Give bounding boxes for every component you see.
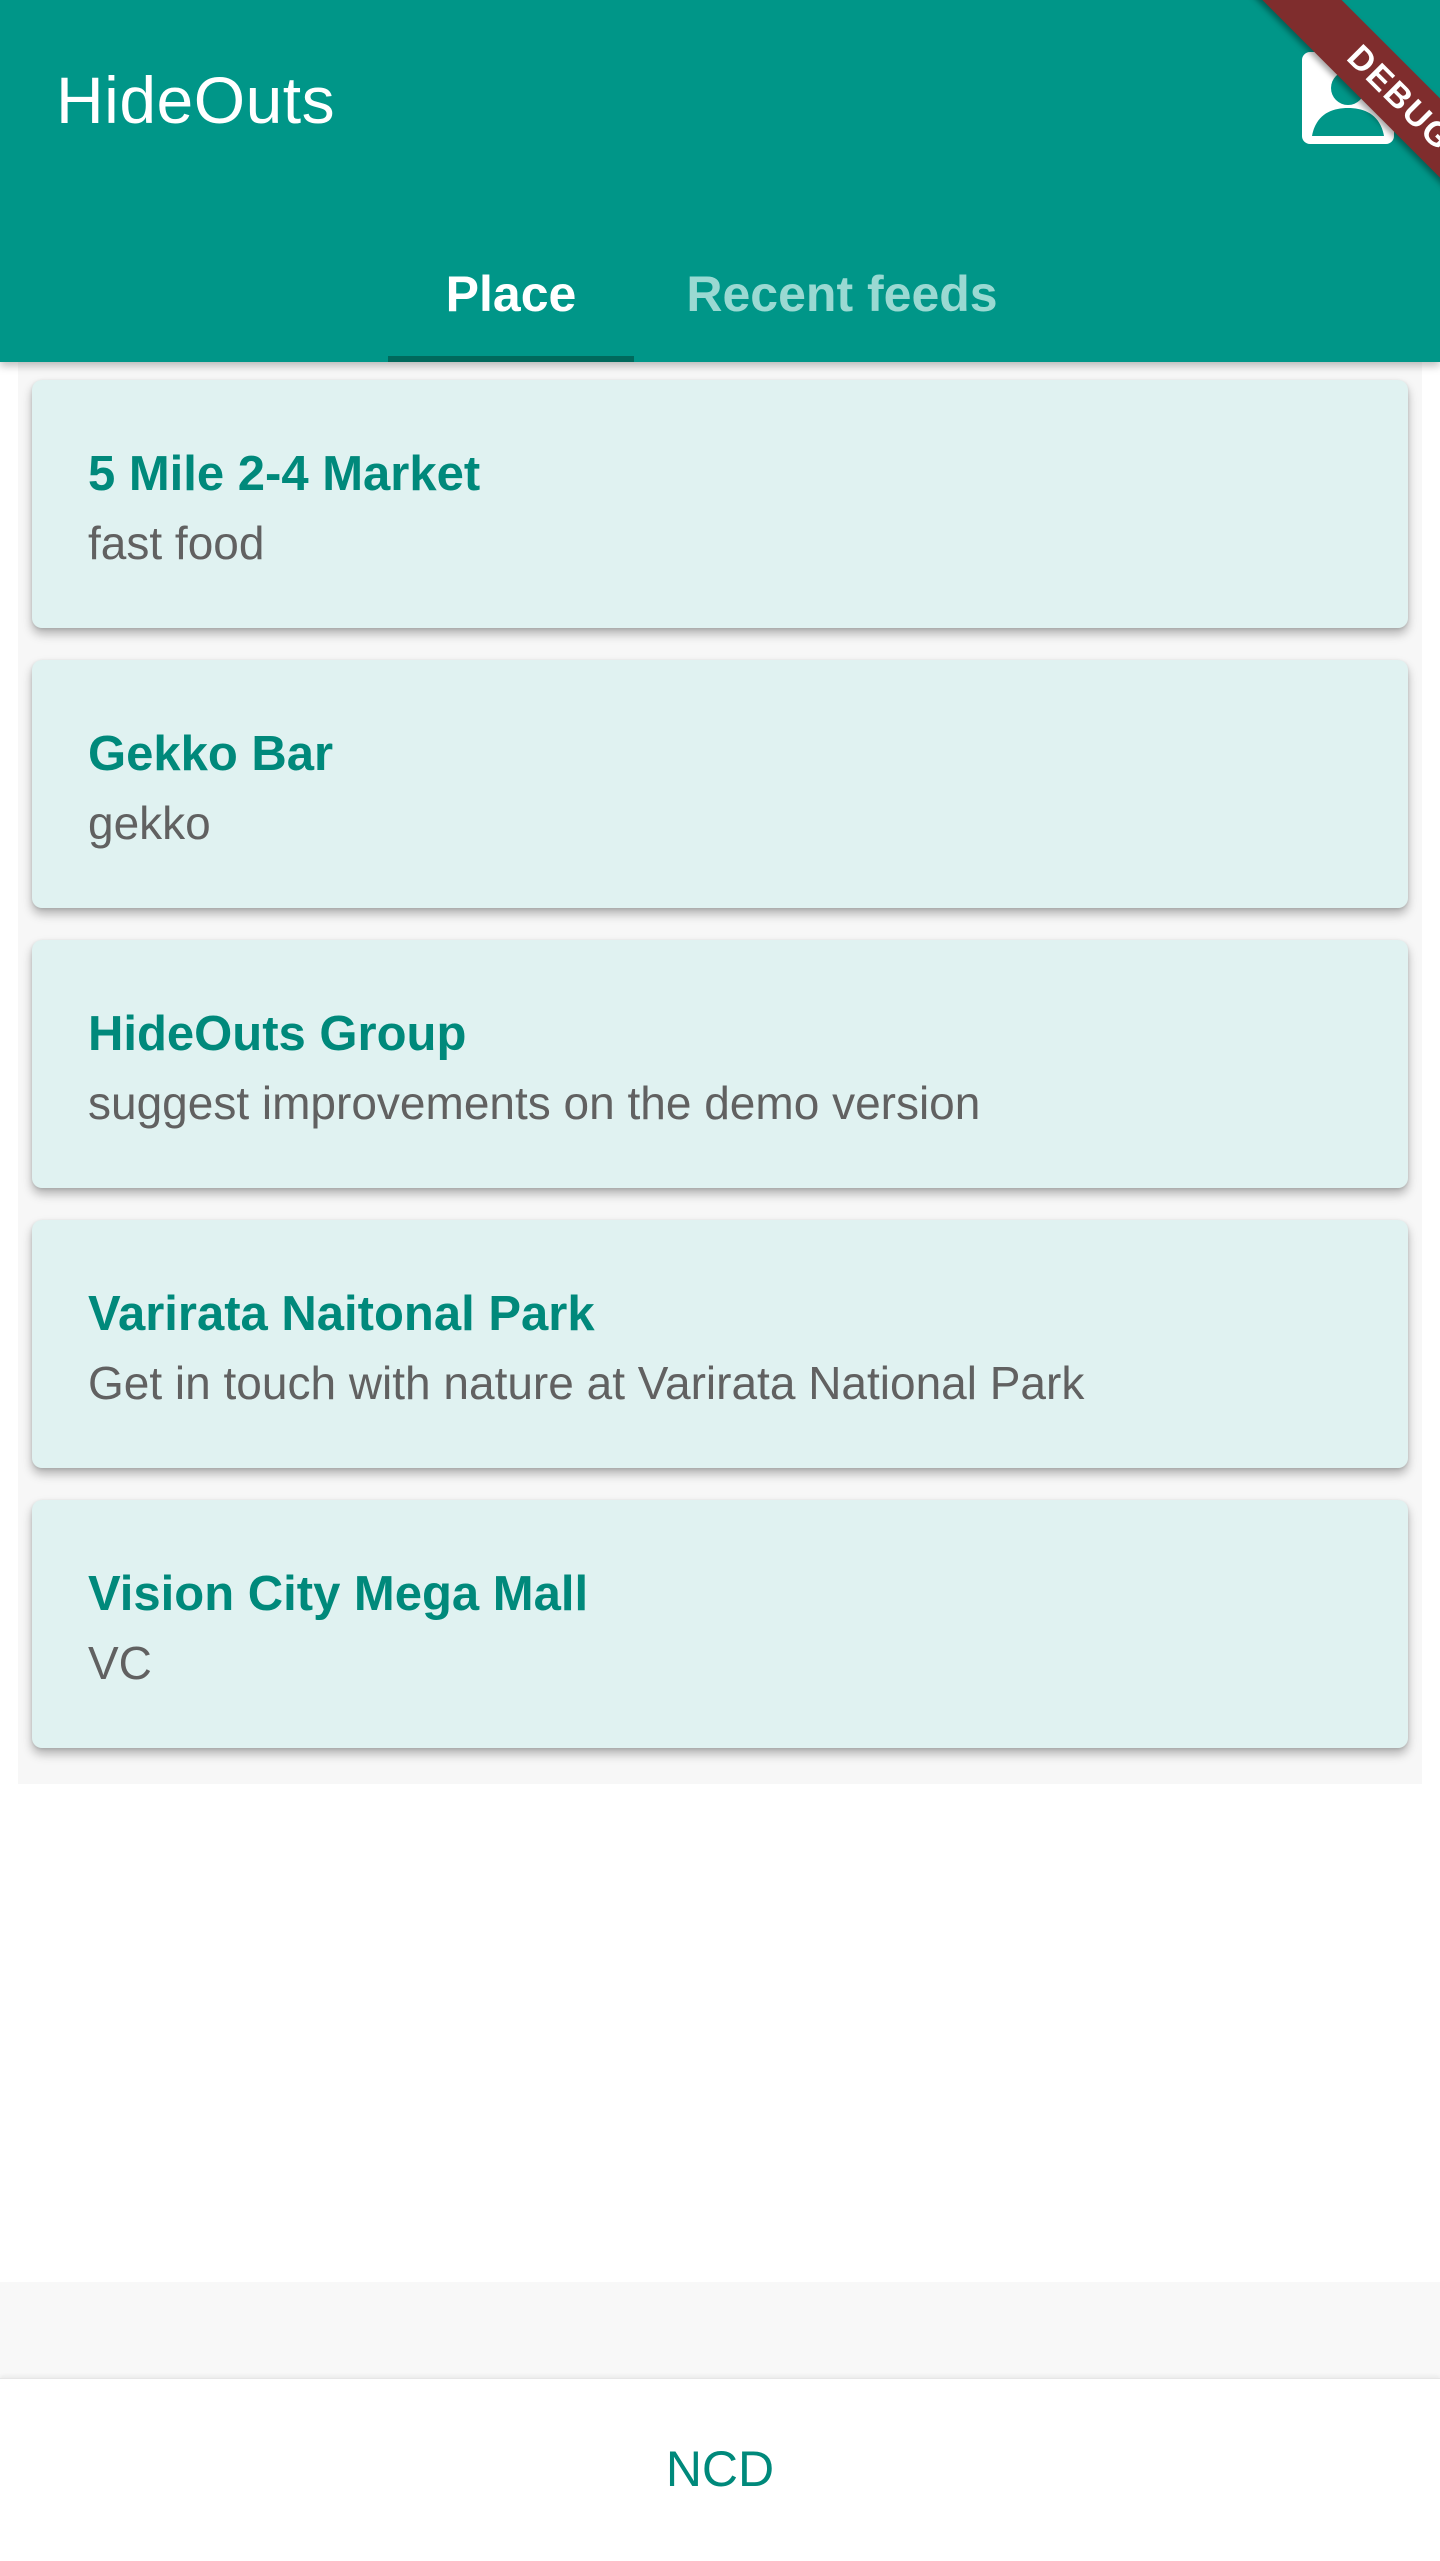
place-subtitle: VC	[88, 1637, 152, 1689]
tab-bar: Place Recent feeds	[0, 226, 1440, 362]
tab-indicator	[388, 356, 634, 362]
app-title: HideOuts	[56, 63, 336, 137]
ncd-button[interactable]: NCD	[560, 2419, 880, 2519]
app-bar: HideOuts Place Recent feeds DEBUG	[0, 0, 1440, 362]
tab-place[interactable]: Place	[388, 226, 634, 362]
bottom-bar: NCD	[0, 2378, 1440, 2561]
place-title: Varirata Naitonal Park	[88, 1287, 595, 1341]
place-title: 5 Mile 2-4 Market	[88, 447, 481, 501]
place-subtitle: Get in touch with nature at Varirata Nat…	[88, 1357, 1085, 1409]
place-card[interactable]: Varirata Naitonal Park Get in touch with…	[32, 1220, 1408, 1468]
place-card[interactable]: Vision City Mega Mall VC	[32, 1500, 1408, 1748]
place-title: Vision City Mega Mall	[88, 1567, 589, 1621]
place-title: HideOuts Group	[88, 1007, 467, 1061]
place-card[interactable]: 5 Mile 2-4 Market fast food	[32, 380, 1408, 628]
place-card[interactable]: Gekko Bar gekko	[32, 660, 1408, 908]
place-title: Gekko Bar	[88, 727, 334, 781]
place-subtitle: suggest improvements on the demo version	[88, 1077, 981, 1129]
bottom-divider-strip	[0, 2282, 1440, 2378]
tab-recent-feeds[interactable]: Recent feeds	[634, 226, 1050, 362]
places-list: 5 Mile 2-4 Market fast food Gekko Bar ge…	[18, 362, 1422, 1784]
place-subtitle: fast food	[88, 517, 265, 569]
place-card[interactable]: HideOuts Group suggest improvements on t…	[32, 940, 1408, 1188]
place-subtitle: gekko	[88, 797, 211, 849]
